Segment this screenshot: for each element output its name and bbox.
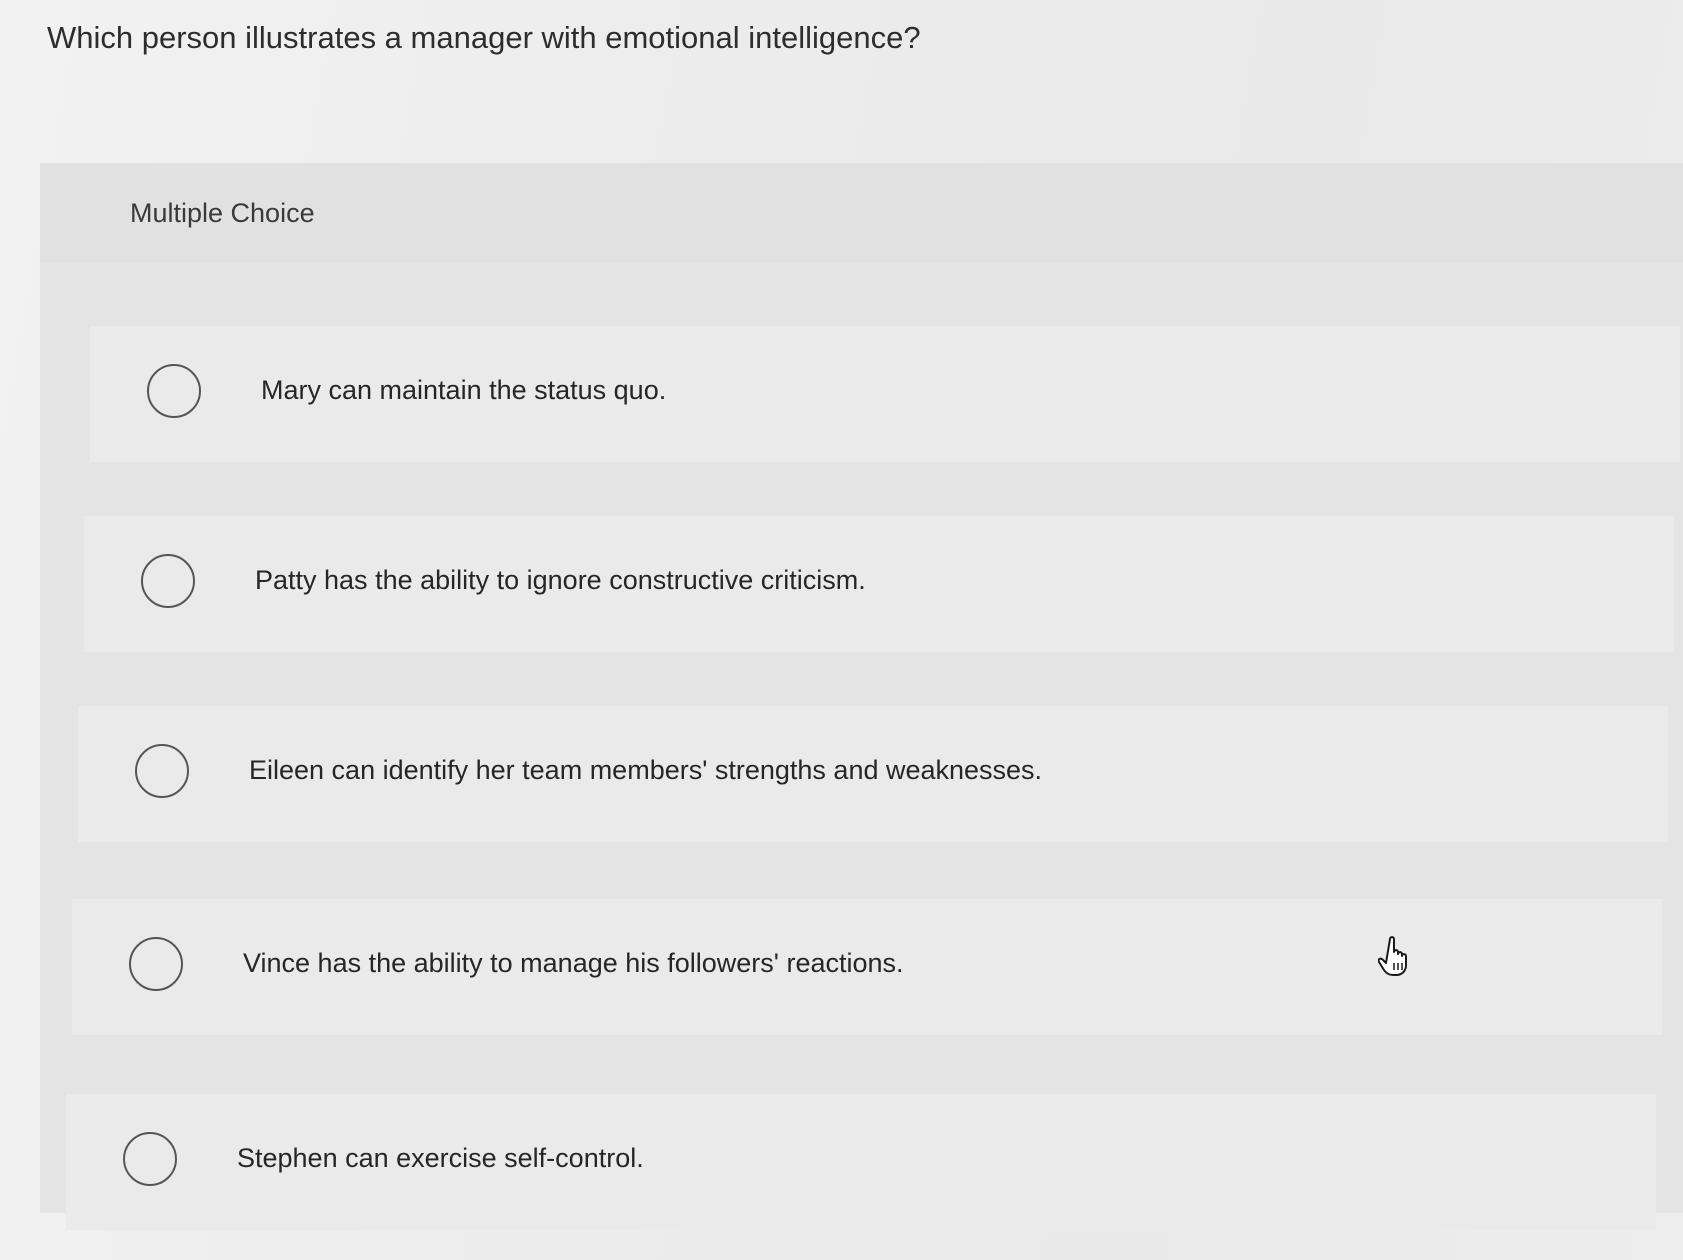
radio-button[interactable] [141,554,195,608]
answer-option-4[interactable]: Vince has the ability to manage his foll… [72,899,1662,1035]
option-label: Stephen can exercise self-control. [237,1143,644,1173]
question-type-label: Multiple Choice [130,198,315,228]
radio-button[interactable] [147,364,201,418]
multiple-choice-panel: Multiple Choice Mary can maintain the st… [40,163,1683,1230]
answer-option-2[interactable]: Patty has the ability to ignore construc… [84,516,1674,652]
answer-option-5[interactable]: Stephen can exercise self-control. [66,1094,1656,1230]
option-label: Mary can maintain the status quo. [261,375,667,405]
answer-option-1[interactable]: Mary can maintain the status quo. [90,326,1680,462]
question-text: Which person illustrates a manager with … [47,20,921,55]
radio-button[interactable] [135,744,189,798]
hand-pointer-icon [1377,935,1418,979]
radio-button[interactable] [123,1132,177,1186]
radio-button[interactable] [129,937,183,991]
option-label: Eileen can identify her team members' st… [249,755,1043,785]
answer-option-3[interactable]: Eileen can identify her team members' st… [78,706,1668,842]
panel-header: Multiple Choice [40,163,1683,263]
option-label: Vince has the ability to manage his foll… [243,948,904,978]
option-label: Patty has the ability to ignore construc… [255,565,866,595]
